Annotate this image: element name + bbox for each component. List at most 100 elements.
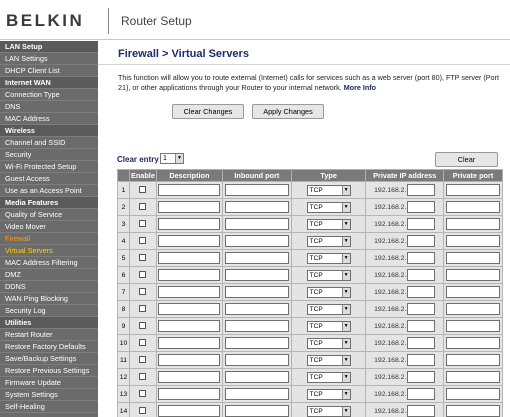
description-input[interactable] [158, 269, 221, 281]
inbound-port-input[interactable] [224, 405, 289, 417]
sidebar-item-security-log[interactable]: Security Log [0, 305, 98, 317]
inbound-port-input[interactable] [224, 184, 289, 196]
type-select[interactable]: TCP ▼ [306, 252, 351, 264]
sidebar-item-self-healing[interactable]: Self-Healing [0, 401, 98, 413]
inbound-port-input[interactable] [224, 218, 289, 230]
private-port-input[interactable] [445, 405, 500, 417]
sidebar-item-ddns[interactable]: DDNS [0, 281, 98, 293]
sidebar-item-guest-access[interactable]: Guest Access [0, 173, 98, 185]
type-select[interactable]: TCP ▼ [306, 388, 351, 400]
sidebar-item-firewall[interactable]: Firewall [0, 233, 98, 245]
clear-entry-select[interactable]: 1 ▼ [160, 153, 184, 164]
description-input[interactable] [158, 337, 221, 349]
private-ip-input[interactable] [407, 184, 436, 196]
clear-button[interactable]: Clear [435, 152, 498, 167]
description-input[interactable] [158, 388, 221, 400]
description-input[interactable] [158, 252, 221, 264]
sidebar-item-wi-fi-protected-setup[interactable]: Wi-Fi Protected Setup [0, 161, 98, 173]
private-port-input[interactable] [445, 184, 500, 196]
sidebar-item-mac-address-filtering[interactable]: MAC Address Filtering [0, 257, 98, 269]
enable-checkbox[interactable] [139, 339, 147, 347]
sidebar-item-quality-of-service[interactable]: Quality of Service [0, 209, 98, 221]
enable-checkbox[interactable] [139, 186, 147, 194]
description-input[interactable] [158, 184, 221, 196]
enable-checkbox[interactable] [139, 271, 147, 279]
private-ip-input[interactable] [407, 303, 436, 315]
private-port-input[interactable] [445, 235, 500, 247]
sidebar-item-system-settings[interactable]: System Settings [0, 389, 98, 401]
sidebar-item-connection-type[interactable]: Connection Type [0, 89, 98, 101]
description-input[interactable] [158, 303, 221, 315]
description-input[interactable] [158, 405, 221, 417]
description-input[interactable] [158, 235, 221, 247]
sidebar-item-restore-factory-defaults[interactable]: Restore Factory Defaults [0, 341, 98, 353]
inbound-port-input[interactable] [224, 337, 289, 349]
private-port-input[interactable] [445, 337, 500, 349]
type-select[interactable]: TCP ▼ [306, 371, 351, 383]
private-ip-input[interactable] [407, 218, 436, 230]
sidebar-item-wan-ping-blocking[interactable]: WAN Ping Blocking [0, 293, 98, 305]
private-port-input[interactable] [445, 320, 500, 332]
type-select[interactable]: TCP ▼ [306, 201, 351, 213]
sidebar-item-dhcp-client-list[interactable]: DHCP Client List [0, 65, 98, 77]
private-port-input[interactable] [445, 388, 500, 400]
type-select[interactable]: TCP ▼ [306, 218, 351, 230]
private-ip-input[interactable] [407, 235, 436, 247]
sidebar-item-use-as-an-access-point[interactable]: Use as an Access Point [0, 185, 98, 197]
sidebar-item-virtual-servers[interactable]: Virtual Servers [0, 245, 98, 257]
enable-checkbox[interactable] [139, 220, 147, 228]
private-ip-input[interactable] [407, 269, 436, 281]
inbound-port-input[interactable] [224, 252, 289, 264]
description-input[interactable] [158, 201, 221, 213]
inbound-port-input[interactable] [224, 388, 289, 400]
type-select[interactable]: TCP ▼ [306, 303, 351, 315]
sidebar-item-security[interactable]: Security [0, 149, 98, 161]
description-input[interactable] [158, 286, 221, 298]
inbound-port-input[interactable] [224, 303, 289, 315]
sidebar-item-restart-router[interactable]: Restart Router [0, 329, 98, 341]
inbound-port-input[interactable] [224, 286, 289, 298]
private-port-input[interactable] [445, 303, 500, 315]
private-ip-input[interactable] [407, 371, 436, 383]
sidebar-item-lan-settings[interactable]: LAN Settings [0, 53, 98, 65]
type-select[interactable]: TCP ▼ [306, 235, 351, 247]
description-input[interactable] [158, 320, 221, 332]
private-ip-input[interactable] [407, 252, 436, 264]
more-info-link[interactable]: More Info [344, 83, 376, 92]
enable-checkbox[interactable] [139, 254, 147, 262]
type-select[interactable]: TCP ▼ [306, 320, 351, 332]
inbound-port-input[interactable] [224, 201, 289, 213]
type-select[interactable]: TCP ▼ [306, 354, 351, 366]
sidebar-item-dns[interactable]: DNS [0, 101, 98, 113]
private-port-input[interactable] [445, 201, 500, 213]
sidebar-item-channel-and-ssid[interactable]: Channel and SSID [0, 137, 98, 149]
enable-checkbox[interactable] [139, 288, 147, 296]
private-ip-input[interactable] [407, 320, 436, 332]
inbound-port-input[interactable] [224, 320, 289, 332]
sidebar-item-save-backup-settings[interactable]: Save/Backup Settings [0, 353, 98, 365]
apply-changes-button[interactable]: Apply Changes [252, 104, 324, 119]
sidebar-item-video-mover[interactable]: Video Mover [0, 221, 98, 233]
clear-changes-button[interactable]: Clear Changes [172, 104, 244, 119]
private-port-input[interactable] [445, 218, 500, 230]
type-select[interactable]: TCP ▼ [306, 184, 351, 196]
type-select[interactable]: TCP ▼ [306, 337, 351, 349]
description-input[interactable] [158, 371, 221, 383]
inbound-port-input[interactable] [224, 354, 289, 366]
enable-checkbox[interactable] [139, 356, 147, 364]
private-ip-input[interactable] [407, 286, 436, 298]
enable-checkbox[interactable] [139, 407, 147, 415]
description-input[interactable] [158, 218, 221, 230]
enable-checkbox[interactable] [139, 237, 147, 245]
private-ip-input[interactable] [407, 405, 436, 417]
private-port-input[interactable] [445, 354, 500, 366]
description-input[interactable] [158, 354, 221, 366]
type-select[interactable]: TCP ▼ [306, 269, 351, 281]
private-ip-input[interactable] [407, 354, 436, 366]
private-ip-input[interactable] [407, 337, 436, 349]
private-port-input[interactable] [445, 286, 500, 298]
private-port-input[interactable] [445, 269, 500, 281]
enable-checkbox[interactable] [139, 322, 147, 330]
enable-checkbox[interactable] [139, 305, 147, 313]
private-ip-input[interactable] [407, 388, 436, 400]
